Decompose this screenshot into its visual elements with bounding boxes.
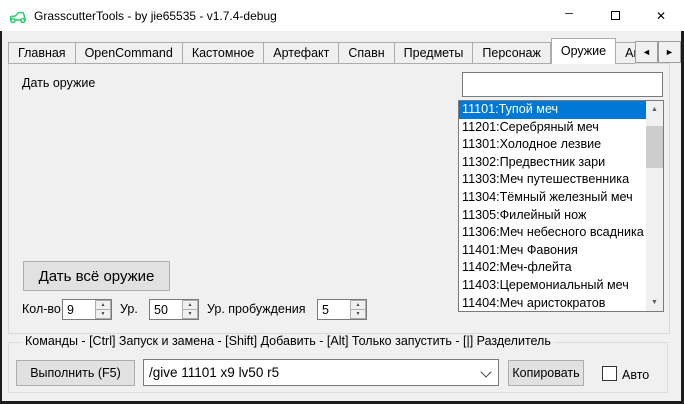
quantity-spin-buttons: ▲ ▼	[95, 300, 111, 319]
chevron-down-icon[interactable]	[480, 366, 491, 377]
list-item[interactable]: 11101:Тупой меч	[459, 101, 646, 119]
give-all-weapons-button[interactable]: Дать всё оружие	[23, 261, 170, 291]
window-title: GrasscutterTools - by jie65535 - v1.7.4-…	[34, 9, 277, 23]
command-input[interactable]	[144, 360, 476, 385]
refinement-spin-buttons: ▲ ▼	[350, 300, 366, 319]
level-stepper: ▲ ▼	[149, 299, 199, 320]
maximize-icon	[611, 11, 620, 20]
tab-scroll-left-button[interactable]: ◄	[635, 41, 658, 63]
tab-glavnaya[interactable]: Главная	[8, 42, 76, 64]
list-item[interactable]: 11303:Меч путешественника	[459, 171, 646, 189]
arrow-right-icon: ►	[665, 47, 674, 57]
arrow-left-icon: ◄	[642, 47, 651, 57]
tab-predmety[interactable]: Предметы	[395, 42, 474, 64]
weapon-list: 11101:Тупой меч 11201:Серебряный меч 113…	[459, 101, 646, 311]
quantity-input[interactable]	[63, 300, 95, 319]
list-item[interactable]: 11302:Предвестник зари	[459, 154, 646, 172]
list-item[interactable]: 11305:Филейный нож	[459, 207, 646, 225]
spin-down-icon[interactable]: ▼	[182, 309, 198, 319]
window-controls: ─ ✕	[546, 0, 684, 31]
tab-opencommand[interactable]: OpenCommand	[76, 42, 183, 64]
quantity-stepper: ▲ ▼	[62, 299, 112, 320]
spin-down-icon[interactable]: ▼	[350, 309, 366, 319]
copy-command-button[interactable]: Копировать	[508, 360, 584, 386]
list-item[interactable]: 11402:Меч-флейта	[459, 259, 646, 277]
weapon-listbox: 11101:Тупой меч 11201:Серебряный меч 113…	[458, 100, 664, 312]
tab-personazh[interactable]: Персонаж	[473, 42, 550, 64]
list-item[interactable]: 11304:Тёмный железный меч	[459, 189, 646, 207]
tab-oruzhie[interactable]: Оружие	[551, 38, 616, 64]
list-scrollbar[interactable]: ▲ ▼	[646, 101, 663, 311]
scrollbar-up-button[interactable]: ▲	[646, 101, 663, 118]
weapon-search-input[interactable]	[462, 72, 663, 97]
app-window: GrasscutterTools - by jie65535 - v1.7.4-…	[0, 0, 684, 404]
close-button[interactable]: ✕	[638, 0, 684, 31]
maximize-button[interactable]	[592, 0, 638, 31]
list-item[interactable]: 11403:Церемониальный меч	[459, 277, 646, 295]
commands-legend: Команды - [Ctrl] Запуск и замена - [Shif…	[21, 334, 555, 348]
scrollbar-down-button[interactable]: ▼	[646, 294, 663, 311]
level-input[interactable]	[150, 300, 182, 319]
command-combobox	[143, 359, 499, 386]
level-spin-buttons: ▲ ▼	[182, 300, 198, 319]
list-item[interactable]: 11301:Холодное лезвие	[459, 136, 646, 154]
arrow-down-icon: ▼	[651, 299, 658, 306]
tab-kastomnoe[interactable]: Кастомное	[183, 42, 264, 64]
list-item[interactable]: 11306:Меч небесного всадника	[459, 224, 646, 242]
tab-artefakt[interactable]: Артефакт	[264, 42, 339, 64]
auto-checkbox[interactable]	[602, 366, 617, 381]
tab-scroll-right-button[interactable]: ►	[658, 41, 681, 63]
arrow-up-icon: ▲	[651, 106, 658, 113]
tab-strip: Главная OpenCommand Кастомное Артефакт С…	[8, 38, 635, 64]
list-item[interactable]: 11401:Меч Фавония	[459, 242, 646, 260]
title-bar[interactable]: GrasscutterTools - by jie65535 - v1.7.4-…	[0, 0, 684, 31]
refinement-input[interactable]	[318, 300, 350, 319]
app-logo-icon	[9, 7, 27, 25]
list-item[interactable]: 11404:Меч аристократов	[459, 295, 646, 311]
tab-akkaunt[interactable]: Аккаунт	[616, 42, 635, 64]
refinement-stepper: ▲ ▼	[317, 299, 367, 320]
minimize-button[interactable]: ─	[546, 0, 592, 31]
tab-spavn[interactable]: Спавн	[339, 42, 394, 64]
run-command-button[interactable]: Выполнить (F5)	[16, 360, 135, 386]
scrollbar-thumb[interactable]	[646, 126, 663, 168]
window-border-left	[0, 31, 2, 404]
list-item[interactable]: 11201:Серебряный меч	[459, 119, 646, 137]
spin-down-icon[interactable]: ▼	[95, 309, 111, 319]
minimize-icon: ─	[565, 8, 573, 20]
close-icon: ✕	[656, 9, 666, 23]
